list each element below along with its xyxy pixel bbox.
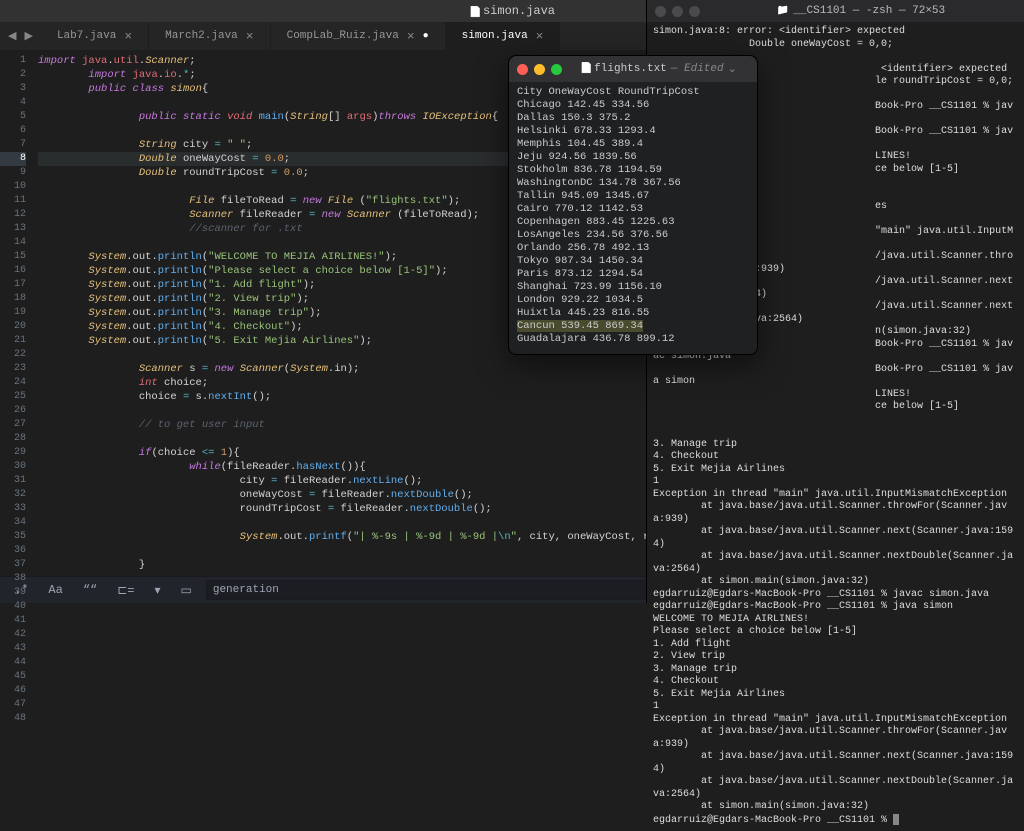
nav-back-icon[interactable]: ◀ [4, 29, 20, 43]
tab-label: March2.java [165, 30, 238, 42]
case-sensitive-icon[interactable]: Aa [42, 581, 68, 599]
flights-titlebar[interactable]: flights.txt — Edited ⌄ [509, 56, 757, 82]
flights-content[interactable]: City OneWayCost RoundTripCostChicago 142… [509, 82, 757, 354]
whole-word-icon[interactable]: ““ [77, 581, 103, 599]
close-icon[interactable]: × [536, 29, 544, 44]
tab-lab7[interactable]: Lab7.java × [41, 22, 149, 50]
chevron-down-icon[interactable]: ⌄ [728, 62, 737, 76]
wrap-icon[interactable]: ▭ [175, 581, 198, 600]
close-icon[interactable]: × [246, 29, 254, 44]
line-gutter: 1234567891011121314151617181920212223242… [0, 50, 32, 576]
edited-indicator: — Edited [671, 63, 724, 75]
terminal-titlebar[interactable]: __CS1101 — -zsh — 72×53 [647, 0, 1024, 22]
tab-march2[interactable]: March2.java × [149, 22, 270, 50]
tab-label: CompLab_Ruiz.java [287, 30, 399, 42]
traffic-min-icon[interactable] [534, 64, 545, 75]
regex-icon[interactable]: .* [8, 581, 34, 599]
flights-window[interactable]: flights.txt — Edited ⌄ City OneWayCost R… [508, 55, 758, 355]
close-icon[interactable]: × [407, 29, 415, 44]
dirty-indicator-icon: ● [423, 31, 429, 42]
nav-arrows: ◀ ▶ [0, 29, 41, 43]
window-title: simon.java [483, 4, 555, 18]
close-icon[interactable]: × [124, 29, 132, 44]
flights-filename: flights.txt [594, 63, 667, 75]
terminal-title: __CS1101 — -zsh — 72×53 [706, 5, 1016, 17]
traffic-close-icon[interactable] [517, 64, 528, 75]
options-icon[interactable]: ▾ [148, 581, 166, 600]
traffic-min-icon[interactable] [672, 6, 683, 17]
flights-title: flights.txt — Edited ⌄ [568, 62, 749, 76]
traffic-max-icon[interactable] [689, 6, 700, 17]
folder-icon [777, 5, 789, 17]
cursor-icon [893, 814, 899, 825]
in-selection-icon[interactable]: ⊏= [111, 581, 140, 600]
traffic-close-icon[interactable] [655, 6, 666, 17]
tab-label: simon.java [462, 30, 528, 42]
nav-fwd-icon[interactable]: ▶ [20, 29, 36, 43]
document-icon [469, 5, 479, 17]
tab-label: Lab7.java [57, 30, 116, 42]
tab-complab[interactable]: CompLab_Ruiz.java × ● [271, 22, 446, 50]
document-icon [580, 63, 590, 75]
traffic-lights [517, 64, 562, 75]
traffic-max-icon[interactable] [551, 64, 562, 75]
traffic-lights-inactive [655, 6, 700, 17]
tab-simon[interactable]: simon.java × [446, 22, 561, 50]
